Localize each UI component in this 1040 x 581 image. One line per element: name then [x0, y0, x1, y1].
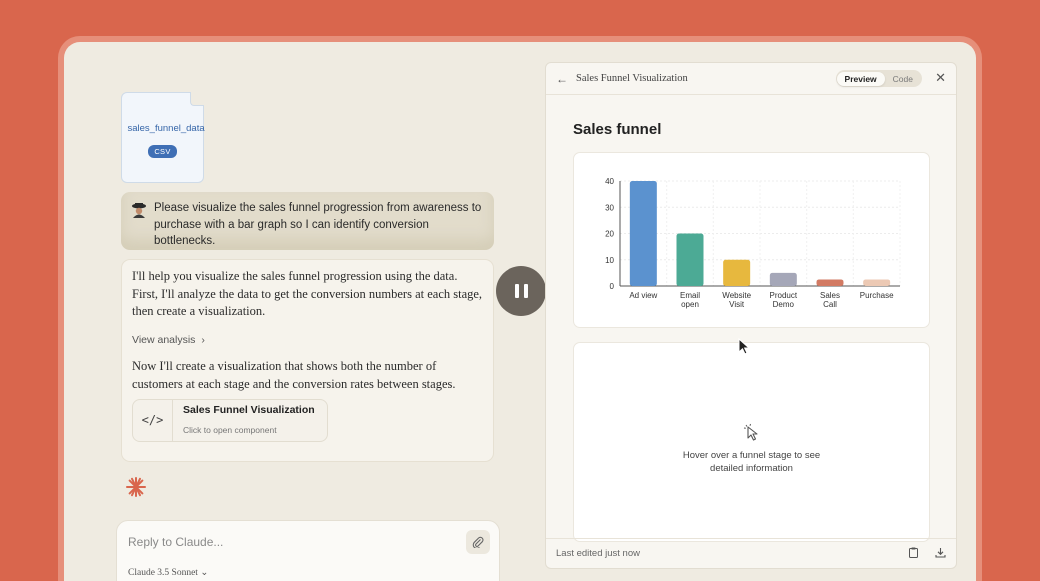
pause-bar-right [523, 284, 528, 298]
mouse-cursor-icon [738, 338, 751, 355]
last-edited-text: Last edited just now [556, 548, 640, 559]
x-tick-label: Website [722, 291, 751, 300]
code-icon: </> [133, 400, 173, 441]
assistant-paragraph-2: Now I'll create a visualization that sho… [132, 359, 456, 391]
close-icon[interactable]: ✕ [935, 70, 946, 86]
chart-card: 0 10 20 30 40 Ad view Email open Website Visit Pro… [573, 152, 930, 328]
preview-code-toggle: Preview Code [835, 70, 922, 87]
pause-bar-left [514, 284, 519, 298]
download-icon[interactable] [935, 547, 946, 558]
reply-box: Claude 3.5 Sonnet ⌄ [116, 520, 500, 581]
file-name: sales_funnel_data [127, 123, 205, 134]
panel-footer: Last edited just now [546, 538, 956, 568]
assistant-paragraph-1: I'll help you visualize the sales funnel… [132, 269, 483, 318]
pause-button[interactable] [496, 266, 546, 316]
view-analysis-link[interactable]: View analysis › [132, 332, 483, 350]
view-analysis-label: View analysis [132, 333, 196, 346]
pointer-click-icon [743, 423, 758, 441]
attach-button[interactable] [466, 530, 490, 554]
content-title: Sales funnel [573, 121, 662, 138]
tab-preview[interactable]: Preview [836, 71, 885, 86]
back-arrow-icon[interactable]: ← [556, 72, 576, 86]
app-window: sales_funnel_data CSV Please visualize t… [64, 42, 976, 581]
chevron-down-icon: ⌄ [200, 568, 209, 578]
x-tick-label: Visit [729, 300, 745, 309]
bar [769, 272, 797, 286]
reply-input[interactable] [128, 535, 448, 549]
bar [816, 279, 844, 286]
paperclip-icon [472, 536, 484, 548]
bar [676, 233, 704, 286]
file-attachment[interactable]: sales_funnel_data CSV [121, 92, 205, 183]
y-tick-label: 30 [605, 203, 614, 212]
x-tick-label: Product [770, 291, 798, 300]
chevron-right-icon: › [201, 333, 205, 346]
x-tick-label: Demo [773, 300, 795, 309]
file-fold [190, 92, 204, 106]
x-tick-label: Sales [820, 291, 840, 300]
y-tick-label: 0 [610, 282, 615, 291]
assistant-message: I'll help you visualize the sales funnel… [121, 259, 494, 462]
x-tick-label: Ad view [629, 291, 657, 300]
clipboard-icon[interactable] [908, 547, 919, 558]
component-subtitle: Click to open component [183, 424, 277, 435]
bar [629, 181, 657, 286]
claude-logo-icon [126, 477, 146, 497]
component-title: Sales Funnel Visualization [183, 404, 315, 416]
y-tick-label: 40 [605, 177, 614, 186]
funnel-bar-chart: 0 10 20 30 40 Ad view Emailopen WebsiteVisit Pro… [605, 177, 901, 309]
bar [723, 259, 751, 286]
x-tick-label: Purchase [860, 291, 894, 300]
component-chip[interactable]: </> Sales Funnel Visualization Click to … [132, 399, 328, 442]
user-message-text: Please visualize the sales funnel progre… [154, 202, 482, 247]
x-tick-label: Email [680, 291, 700, 300]
bar [863, 279, 891, 286]
artifact-panel: ← Sales Funnel Visualization Preview Cod… [545, 62, 957, 569]
y-tick-label: 10 [605, 256, 614, 265]
panel-header: ← Sales Funnel Visualization Preview Cod… [546, 63, 956, 95]
user-avatar-icon [132, 203, 146, 218]
info-card: Hover over a funnel stage to see detaile… [573, 342, 930, 542]
model-name: Claude 3.5 Sonnet [128, 568, 198, 578]
model-selector[interactable]: Claude 3.5 Sonnet ⌄ [128, 567, 208, 578]
y-tick-label: 20 [605, 230, 614, 239]
tab-code[interactable]: Code [885, 72, 921, 86]
info-text: Hover over a funnel stage to see detaile… [682, 450, 821, 474]
x-tick-label: Call [823, 300, 837, 309]
file-type-badge: CSV [148, 145, 177, 158]
panel-title: Sales Funnel Visualization [576, 73, 688, 84]
user-message: Please visualize the sales funnel progre… [121, 192, 494, 250]
x-tick-label: open [681, 300, 699, 309]
